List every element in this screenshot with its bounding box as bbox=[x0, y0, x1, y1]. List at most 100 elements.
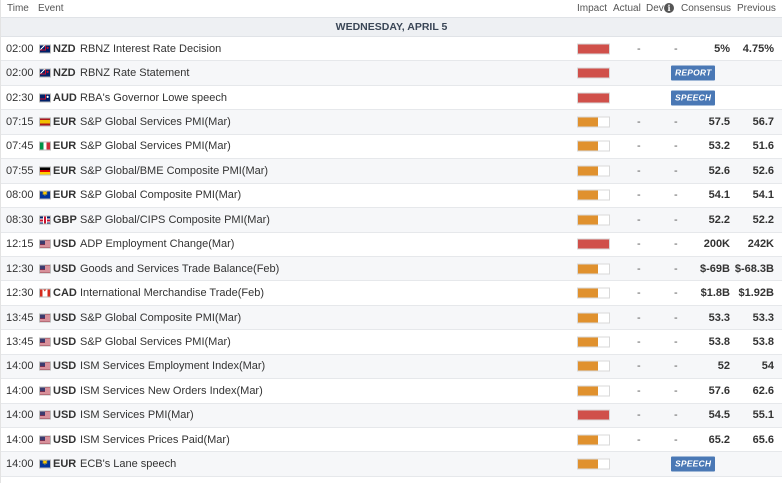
header-previous[interactable]: Previous bbox=[737, 3, 776, 14]
table-row[interactable]: 14:00 USD ISM Services Prices Paid(Mar) - - 6… bbox=[1, 428, 782, 453]
header-time[interactable]: Time bbox=[7, 3, 29, 14]
country-flag-icon bbox=[39, 166, 51, 176]
table-row[interactable]: 07:15 EUR S&P Global Services PMI(Mar) - - 57… bbox=[1, 110, 782, 135]
event-name[interactable]: RBNZ Rate Statement bbox=[80, 67, 189, 79]
event-name[interactable]: S&P Global/CIPS Composite PMI(Mar) bbox=[80, 214, 270, 226]
event-name[interactable]: ISM Services PMI(Mar) bbox=[80, 409, 194, 421]
table-row[interactable]: 14:00 USD ISM Services Employment Index(Ma… bbox=[1, 354, 782, 380]
header-impact[interactable]: Impact bbox=[577, 3, 607, 14]
event-type-badge[interactable]: REPORT bbox=[671, 65, 716, 81]
currency-code: EUR bbox=[53, 164, 77, 177]
event-time: 02:00 bbox=[6, 67, 34, 80]
impact-fill bbox=[578, 264, 599, 274]
event-time: 13:45 bbox=[6, 335, 34, 348]
actual-value: - bbox=[637, 213, 641, 226]
previous-value: 53.3 bbox=[752, 311, 774, 324]
country-flag-icon bbox=[39, 68, 51, 78]
event-name[interactable]: International Merchandise Trade(Feb) bbox=[80, 287, 264, 299]
header-dev[interactable]: Dev bbox=[646, 3, 664, 14]
impact-fill bbox=[578, 337, 599, 347]
currency-code: USD bbox=[53, 238, 77, 251]
event-name[interactable]: RBA's Governor Lowe speech bbox=[80, 92, 227, 104]
event-type-badge[interactable]: SPEECH bbox=[671, 90, 716, 106]
impact-indicator bbox=[577, 165, 610, 177]
event-name[interactable]: ISM Services New Orders Index(Mar) bbox=[80, 385, 263, 397]
table-row[interactable]: 08:30 GBP S&P Global/CIPS Composite PMI(Ma… bbox=[1, 208, 782, 233]
previous-value: $1.92B bbox=[738, 287, 774, 300]
table-row[interactable]: 02:30 AUDRBA's Governor Lowe speech SPEECH bbox=[1, 86, 782, 111]
event-name[interactable]: ISM Services Employment Index(Mar) bbox=[80, 360, 265, 372]
event-time: 12:15 bbox=[6, 238, 34, 251]
consensus-value: 57.6 bbox=[708, 384, 730, 397]
currency-code: EUR bbox=[53, 458, 77, 471]
deviation-value: - bbox=[674, 384, 678, 397]
table-row[interactable]: 12:30 CADInternational Merchandise Trade(… bbox=[1, 281, 782, 306]
event-name[interactable]: S&P Global Services PMI(Mar) bbox=[80, 140, 231, 152]
table-row[interactable]: 02:00 NZD RBNZ Interest Rate Decision - - 5% 4… bbox=[1, 37, 782, 62]
header-actual[interactable]: Actual bbox=[613, 3, 641, 14]
currency-code: USD bbox=[53, 360, 77, 373]
impact-fill bbox=[578, 190, 599, 200]
info-icon[interactable]: i bbox=[664, 3, 674, 13]
event-name[interactable]: Goods and Services Trade Balance(Feb) bbox=[80, 263, 279, 275]
impact-fill bbox=[578, 313, 599, 323]
table-row[interactable]: 07:45 EUR S&P Global Services PMI(Mar) - - 53… bbox=[1, 135, 782, 160]
table-row[interactable]: 08:00 EURS&P Global Composite PMI(Mar) - - 5… bbox=[1, 184, 782, 209]
actual-value: - bbox=[637, 384, 641, 397]
country-flag-icon bbox=[39, 410, 51, 420]
impact-fill bbox=[578, 215, 599, 225]
event-name[interactable]: RBNZ Interest Rate Decision bbox=[80, 43, 221, 55]
event-time: 07:45 bbox=[6, 140, 34, 153]
table-row[interactable]: 12:15 USD ADP Employment Change(Mar) - - 200K… bbox=[1, 233, 782, 257]
table-row[interactable]: 02:00 NZD RBNZ Rate Statement REPORT bbox=[1, 61, 782, 86]
event-name[interactable]: S&P Global Services PMI(Mar) bbox=[80, 336, 231, 348]
deviation-value: - bbox=[674, 262, 678, 275]
event-name[interactable]: ECB's Lane speech bbox=[80, 458, 176, 470]
country-flag-icon bbox=[39, 239, 51, 249]
deviation-value: - bbox=[674, 164, 678, 177]
impact-fill bbox=[578, 117, 599, 127]
header-consensus[interactable]: Consensus bbox=[681, 3, 731, 14]
currency-code: USD bbox=[53, 433, 77, 446]
deviation-value: - bbox=[674, 140, 678, 153]
impact-indicator bbox=[577, 458, 610, 470]
impact-indicator bbox=[577, 434, 610, 446]
country-flag-icon bbox=[39, 435, 51, 445]
impact-fill bbox=[578, 459, 599, 469]
actual-value: - bbox=[637, 164, 641, 177]
table-row[interactable]: 13:45 USD S&P Global Composite PMI(Mar) - - 5… bbox=[1, 305, 782, 331]
actual-value: - bbox=[637, 189, 641, 202]
impact-fill bbox=[578, 239, 609, 249]
consensus-value: 52 bbox=[717, 360, 730, 373]
table-row[interactable]: 14:00 EURECB's Lane speech SPEECH bbox=[1, 452, 782, 477]
consensus-value: $-69B bbox=[700, 262, 730, 275]
deviation-value: - bbox=[674, 360, 678, 373]
table-row[interactable]: 14:00 USD ISM Services PMI(Mar) - - 54.5 55.1 bbox=[1, 403, 782, 428]
deviation-value: - bbox=[674, 287, 678, 300]
event-time: 07:55 bbox=[6, 164, 34, 177]
event-name[interactable]: ADP Employment Change(Mar) bbox=[80, 238, 234, 250]
event-name[interactable]: S&P Global Composite PMI(Mar) bbox=[80, 189, 241, 201]
event-time: 14:00 bbox=[6, 409, 34, 422]
impact-indicator bbox=[577, 385, 610, 397]
actual-value: - bbox=[637, 42, 641, 55]
previous-value: 56.7 bbox=[752, 116, 774, 129]
currency-code: AUD bbox=[53, 91, 77, 104]
impact-indicator bbox=[577, 67, 610, 79]
table-row[interactable]: 14:00 USD ISM Services New Orders Index(Ma… bbox=[1, 379, 782, 404]
country-flag-icon bbox=[39, 93, 51, 103]
event-name[interactable]: S&P Global Services PMI(Mar) bbox=[80, 116, 231, 128]
table-row[interactable]: 07:55 EUR S&P Global/BME Composite PMI(Mar… bbox=[1, 159, 782, 184]
table-row[interactable]: 13:45 USD S&P Global Services PMI(Mar) - - 53… bbox=[1, 330, 782, 355]
currency-code: USD bbox=[53, 262, 77, 275]
event-type-badge[interactable]: SPEECH bbox=[671, 456, 716, 472]
event-name[interactable]: S&P Global Composite PMI(Mar) bbox=[80, 312, 241, 324]
event-name[interactable]: ISM Services Prices Paid(Mar) bbox=[80, 434, 230, 446]
header-event[interactable]: Event bbox=[38, 3, 64, 14]
actual-value: - bbox=[637, 360, 641, 373]
actual-value: - bbox=[637, 262, 641, 275]
event-name[interactable]: S&P Global/BME Composite PMI(Mar) bbox=[80, 165, 268, 177]
previous-value: 242K bbox=[747, 238, 774, 251]
table-row[interactable]: 12:30 USD Goods and Services Trade Balance… bbox=[1, 256, 782, 282]
consensus-value: 52.2 bbox=[708, 213, 730, 226]
